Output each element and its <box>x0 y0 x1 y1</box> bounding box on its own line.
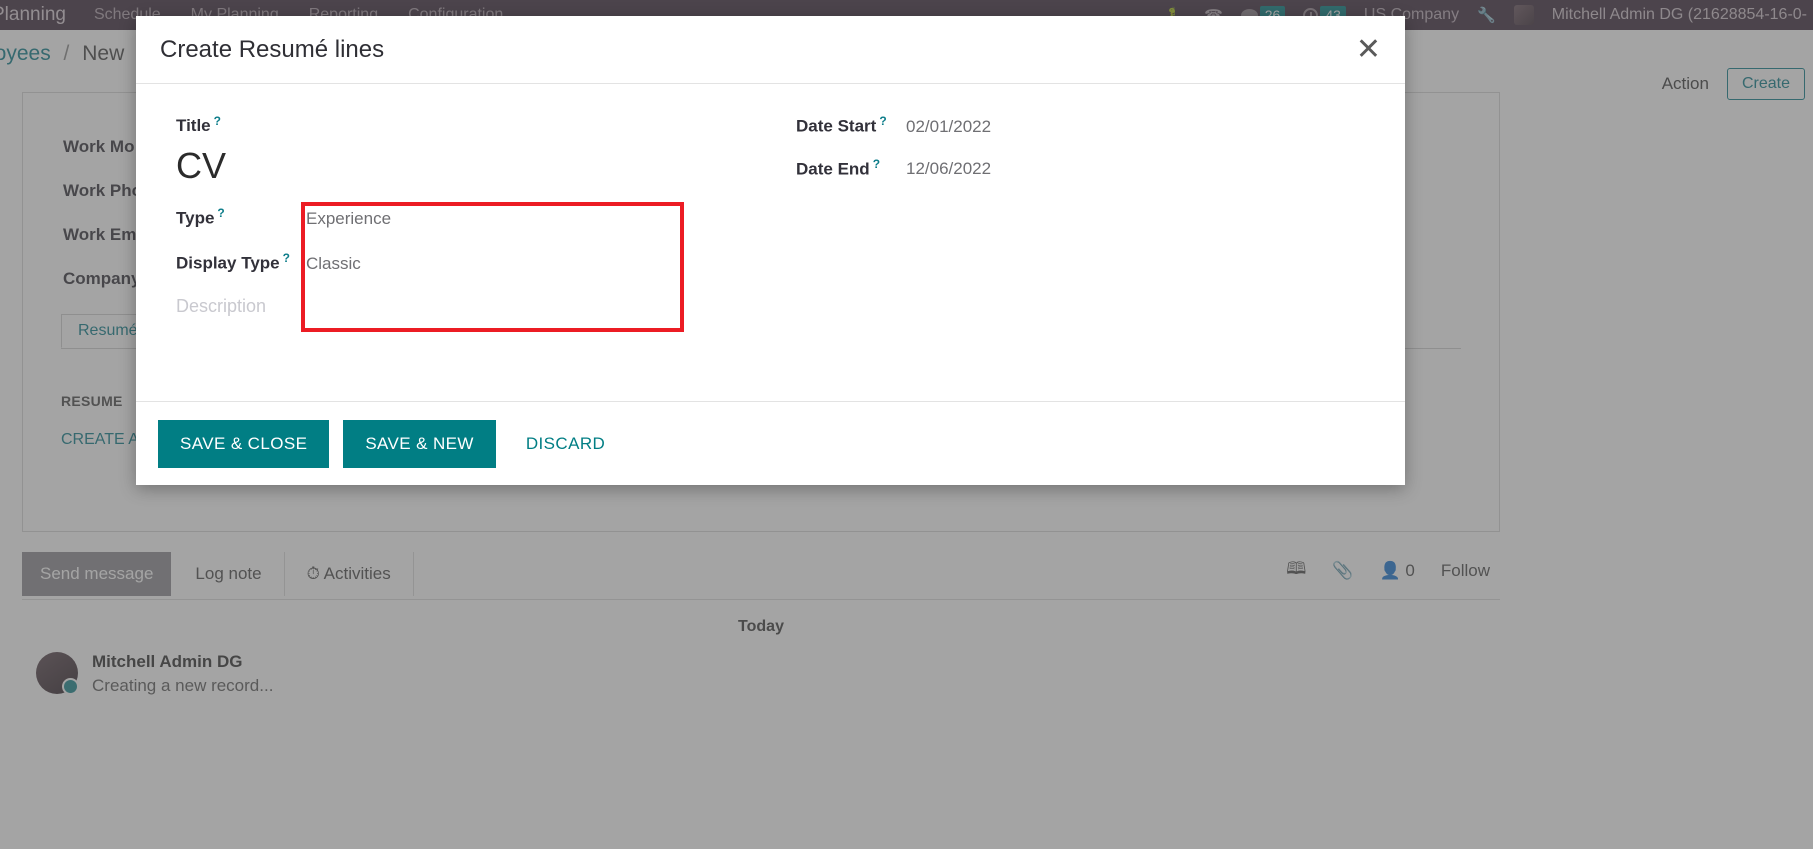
field-value-date-end[interactable]: 12/06/2022 <box>906 159 991 179</box>
field-group-date-start: Date Start? 02/01/2022 <box>796 114 1365 137</box>
help-icon-title[interactable]: ? <box>214 114 221 128</box>
dialog-header: Create Resumé lines ✕ <box>136 16 1405 84</box>
field-label-display-type: Display Type? <box>176 251 306 274</box>
form-right-column: Date Start? 02/01/2022 Date End? 12/06/2… <box>796 114 1365 317</box>
description-input[interactable]: Description <box>176 296 736 317</box>
field-value-title[interactable]: CV <box>176 148 736 184</box>
help-icon-type[interactable]: ? <box>217 206 224 220</box>
dialog-title: Create Resumé lines <box>160 35 385 63</box>
field-label-type: Type? <box>176 206 306 229</box>
field-value-date-start[interactable]: 02/01/2022 <box>906 117 991 137</box>
field-value-display-type[interactable]: Classic <box>306 254 361 274</box>
save-and-close-button[interactable]: SAVE & CLOSE <box>158 419 330 468</box>
field-value-type[interactable]: Experience <box>306 209 391 229</box>
field-label-display-type-text: Display Type <box>176 253 280 273</box>
field-label-title: Title <box>176 116 211 136</box>
field-group-date-end: Date End? 12/06/2022 <box>796 157 1365 180</box>
field-label-date-end-text: Date End <box>796 159 870 179</box>
field-group-display-type: Display Type? Classic <box>176 251 736 274</box>
field-label-date-end: Date End? <box>796 157 906 180</box>
dialog-form-grid: Title? CV Type? Experience Display Type? <box>176 114 1365 317</box>
field-group-type: Type? Experience <box>176 206 736 229</box>
dialog-body: Title? CV Type? Experience Display Type? <box>136 84 1405 401</box>
dialog-footer: SAVE & CLOSE SAVE & NEW DISCARD <box>136 401 1405 485</box>
form-left-column: Title? CV Type? Experience Display Type? <box>176 114 736 317</box>
field-label-date-start-text: Date Start <box>796 116 877 136</box>
save-and-new-button[interactable]: SAVE & NEW <box>343 419 496 468</box>
create-resume-lines-dialog: Create Resumé lines ✕ Title? CV Type? Ex… <box>136 16 1405 485</box>
screen-root: Planning Schedule My Planning Reporting … <box>0 0 1813 849</box>
help-icon-display-type[interactable]: ? <box>283 251 290 265</box>
field-label-type-text: Type <box>176 208 215 228</box>
field-group-title: Title? <box>176 114 736 136</box>
close-icon[interactable]: ✕ <box>1356 34 1381 65</box>
help-icon-date-start[interactable]: ? <box>879 114 886 128</box>
field-label-date-start: Date Start? <box>796 114 906 137</box>
discard-button[interactable]: DISCARD <box>510 420 621 468</box>
help-icon-date-end[interactable]: ? <box>873 157 880 171</box>
